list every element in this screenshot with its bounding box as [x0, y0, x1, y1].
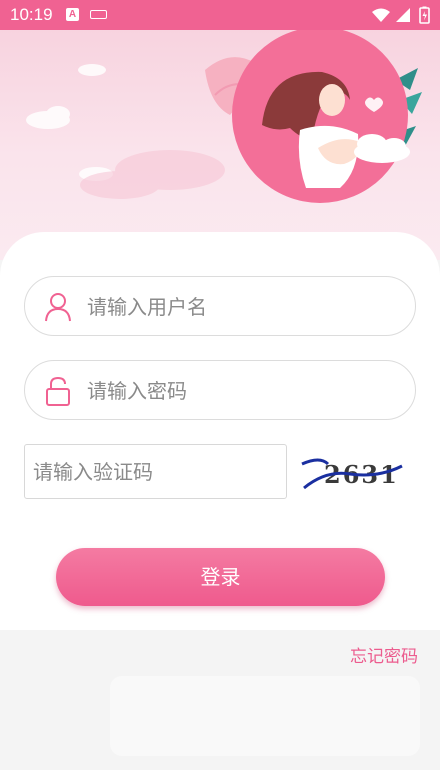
battery-icon — [419, 6, 430, 24]
password-field[interactable]: 请输入密码 — [24, 360, 416, 420]
lock-icon — [46, 376, 70, 406]
soft-cloud-shape — [80, 150, 225, 199]
status-time: 10:19 — [10, 5, 53, 24]
captcha-input[interactable]: 请输入验证码 — [24, 444, 287, 499]
notification-a-icon: A — [66, 8, 79, 21]
header-illustration — [0, 30, 440, 260]
footer-background — [110, 676, 420, 756]
wifi-icon — [372, 8, 390, 22]
captcha-image[interactable]: 2631 — [298, 450, 408, 494]
login-button[interactable]: 登录 — [56, 548, 385, 606]
username-placeholder: 请输入用户名 — [87, 295, 207, 319]
signal-icon — [396, 8, 410, 22]
keyboard-icon — [90, 10, 107, 19]
status-icons — [372, 6, 430, 24]
username-field[interactable]: 请输入用户名 — [24, 276, 416, 336]
mother-baby-illustration — [26, 30, 422, 203]
user-icon — [45, 293, 71, 322]
status-bar: 10:19 A — [0, 0, 440, 30]
captcha-placeholder: 请输入验证码 — [33, 460, 153, 484]
password-placeholder: 请输入密码 — [87, 379, 187, 403]
forgot-password-link[interactable]: 忘记密码 — [350, 642, 418, 667]
